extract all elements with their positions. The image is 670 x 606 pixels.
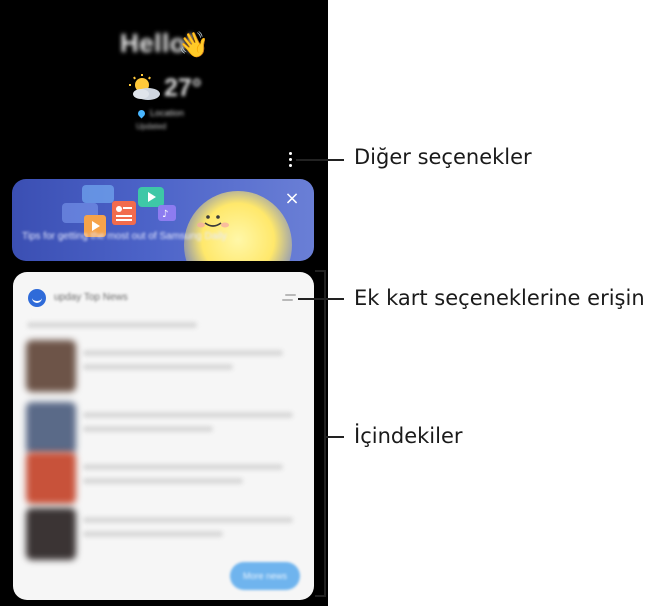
blurred-line bbox=[83, 426, 213, 432]
callout-contents: İçindekiler bbox=[354, 424, 463, 448]
leader-line-contents bbox=[326, 436, 344, 438]
bracket-bottom bbox=[315, 595, 326, 597]
partly-sunny-icon bbox=[129, 74, 160, 100]
blurred-line bbox=[83, 517, 293, 523]
bracket-vertical bbox=[324, 270, 326, 597]
temperature-text: 27° bbox=[164, 74, 202, 102]
card-title: upday Top News bbox=[54, 292, 128, 303]
news-thumbnail bbox=[26, 402, 76, 454]
card-options-icon[interactable] bbox=[282, 294, 296, 302]
location-text: Location bbox=[150, 108, 185, 118]
tips-banner[interactable]: ♪ bbox=[12, 179, 314, 261]
leader-line-more-options bbox=[296, 159, 344, 161]
banner-illustration-icons: ♪ bbox=[62, 185, 229, 237]
leader-line-card-options bbox=[298, 298, 344, 300]
blurred-line bbox=[27, 322, 197, 328]
blurred-line bbox=[83, 478, 243, 484]
more-options-icon[interactable] bbox=[284, 152, 296, 168]
callout-card-options: Ek kart seçeneklerine erişin bbox=[354, 286, 645, 310]
updated-text: Updated bbox=[136, 122, 167, 131]
callout-more-options: Diğer seçenekler bbox=[354, 145, 532, 169]
upday-logo-icon bbox=[28, 289, 46, 307]
blurred-line bbox=[83, 350, 283, 356]
blurred-line bbox=[83, 364, 233, 370]
news-thumbnail bbox=[26, 340, 76, 392]
news-thumbnail bbox=[26, 452, 76, 504]
location-pin-icon bbox=[136, 108, 147, 119]
news-thumbnail bbox=[26, 508, 76, 560]
wave-icon: 👋 bbox=[178, 30, 210, 59]
svg-text:♪: ♪ bbox=[162, 209, 168, 220]
blurred-line bbox=[83, 531, 223, 537]
close-icon[interactable]: × bbox=[284, 190, 300, 208]
blurred-line bbox=[83, 412, 293, 418]
blurred-line bbox=[83, 464, 283, 470]
banner-text: Tips for getting the most out of Samsung… bbox=[22, 231, 227, 242]
more-news-button[interactable]: More news bbox=[230, 562, 300, 590]
